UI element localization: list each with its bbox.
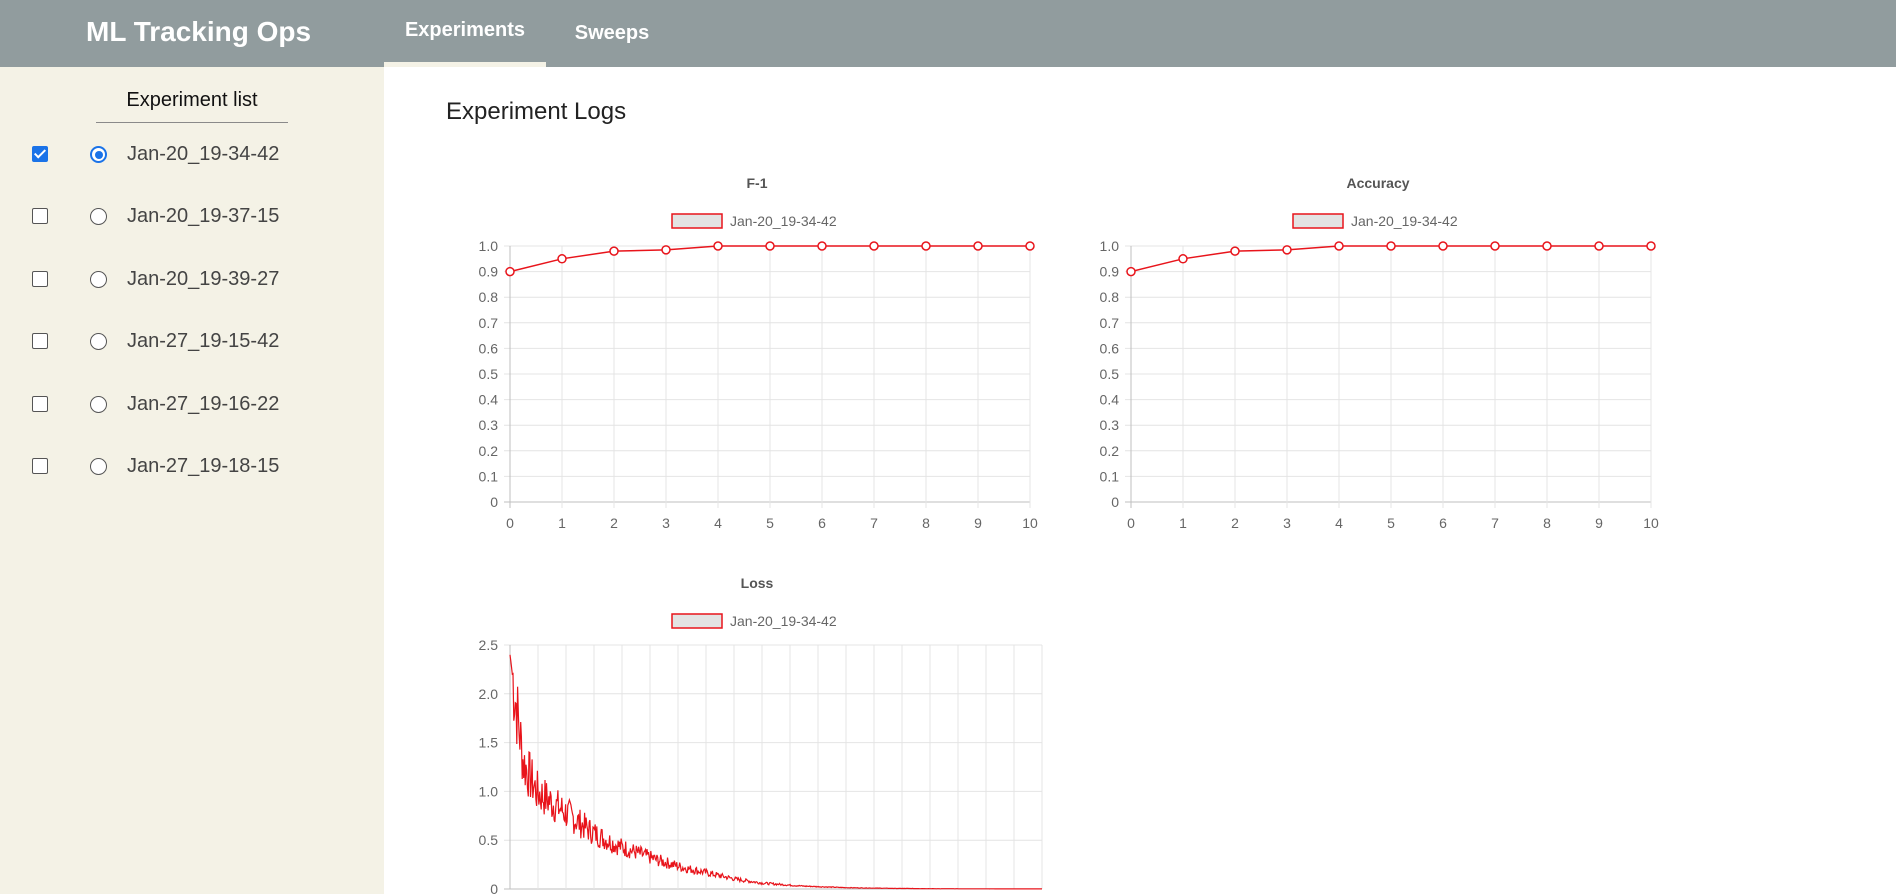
data-point (1490, 241, 1500, 251)
data-point (1386, 241, 1396, 251)
data-point (1542, 241, 1552, 251)
y-tick-label: 1.0 (1100, 238, 1120, 254)
x-tick-label: 9 (1595, 515, 1603, 531)
y-tick-label: 1.0 (479, 238, 499, 254)
y-tick-label: 0.1 (479, 468, 499, 484)
y-tick-label: 0.5 (479, 832, 499, 848)
x-tick-label: 6 (818, 515, 826, 531)
y-tick-label: 0.7 (1100, 315, 1120, 331)
y-tick-label: 0.5 (479, 366, 499, 382)
y-tick-label: 0.2 (1100, 443, 1120, 459)
data-point (557, 254, 567, 264)
y-tick-label: 1.0 (479, 783, 499, 799)
data-point (1282, 245, 1292, 255)
data-point (817, 241, 827, 251)
y-tick-label: 2.5 (479, 637, 499, 653)
chart-1-group: Accuracy Jan-20_19-34-42 0 0.1 0.2 0.3 0.4 0.5 0… (1100, 175, 1659, 531)
data-point (869, 241, 879, 251)
chart-title: Accuracy (1346, 175, 1409, 191)
data-point (765, 241, 775, 251)
y-tick-label: 0.6 (479, 340, 499, 356)
chart-title: Loss (741, 575, 774, 591)
x-tick-label: 10 (1022, 515, 1038, 531)
y-tick-label: 0.3 (1100, 417, 1120, 433)
x-tick-label: 8 (922, 515, 930, 531)
y-tick-label: 0.1 (1100, 468, 1120, 484)
data-point (921, 241, 931, 251)
data-point (505, 266, 515, 277)
y-tick-label: 2.0 (479, 686, 499, 702)
x-tick-label: 8 (1543, 515, 1551, 531)
y-tick-label: 0.9 (1100, 264, 1120, 280)
x-tick-label: 6 (1439, 515, 1447, 531)
data-point (1646, 241, 1656, 251)
x-tick-label: 1 (1179, 515, 1187, 531)
f1-chart: F-1 Jan-20_19-34-42 0 0.1 0.2 0.3 0.4 0.5 0.6 0.7… (479, 175, 1659, 894)
data-point (973, 241, 983, 251)
y-tick-label: 0 (490, 494, 498, 510)
y-tick-label: 0.6 (1100, 340, 1120, 356)
y-tick-label: 0.2 (479, 443, 499, 459)
data-point (1438, 241, 1448, 251)
y-tick-label: 1.5 (479, 735, 499, 751)
legend-label: Jan-20_19-34-42 (730, 613, 837, 629)
x-tick-label: 0 (506, 515, 514, 531)
data-point (1230, 246, 1240, 256)
y-tick-label: 0.4 (479, 392, 499, 408)
y-tick-label: 0.8 (479, 289, 499, 305)
data-point (1126, 266, 1136, 277)
legend-swatch (671, 213, 723, 229)
y-tick-label: 0.3 (479, 417, 499, 433)
data-point (609, 246, 619, 256)
data-point (1594, 241, 1604, 251)
legend-swatch (671, 613, 723, 629)
x-tick-label: 3 (1283, 515, 1291, 531)
y-tick-label: 0 (1111, 494, 1119, 510)
y-tick-label: 0 (490, 881, 498, 894)
x-tick-label: 5 (1387, 515, 1395, 531)
x-tick-label: 5 (766, 515, 774, 531)
x-tick-label: 1 (558, 515, 566, 531)
data-point (713, 241, 723, 251)
x-tick-label: 9 (974, 515, 982, 531)
chart-2-group: Loss Jan-20_19-34-42 0 0.5 1.0 1.5 2.0 2.5 (479, 575, 1043, 894)
x-tick-label: 2 (610, 515, 618, 531)
y-tick-label: 0.5 (1100, 366, 1120, 382)
data-point (1334, 241, 1344, 251)
legend-swatch (1292, 213, 1344, 229)
x-tick-label: 10 (1643, 515, 1659, 531)
legend-label: Jan-20_19-34-42 (1351, 213, 1458, 229)
legend-label: Jan-20_19-34-42 (730, 213, 837, 229)
x-tick-label: 7 (870, 515, 878, 531)
chart-title: F-1 (747, 175, 768, 191)
y-tick-label: 0.8 (1100, 289, 1120, 305)
series-line (509, 654, 1042, 890)
data-point (661, 245, 671, 255)
data-point (1178, 254, 1188, 264)
y-tick-label: 0.7 (479, 315, 499, 331)
data-point (1025, 241, 1035, 251)
x-tick-label: 0 (1127, 515, 1135, 531)
x-tick-label: 2 (1231, 515, 1239, 531)
chart-0-group: F-1 Jan-20_19-34-42 0 0.1 0.2 0.3 0.4 0.5 0.6 0.7… (479, 175, 1038, 531)
y-tick-label: 0.9 (479, 264, 499, 280)
x-tick-label: 4 (1335, 515, 1343, 531)
x-tick-label: 7 (1491, 515, 1499, 531)
y-tick-label: 0.4 (1100, 392, 1120, 408)
x-tick-label: 4 (714, 515, 722, 531)
x-tick-label: 3 (662, 515, 670, 531)
